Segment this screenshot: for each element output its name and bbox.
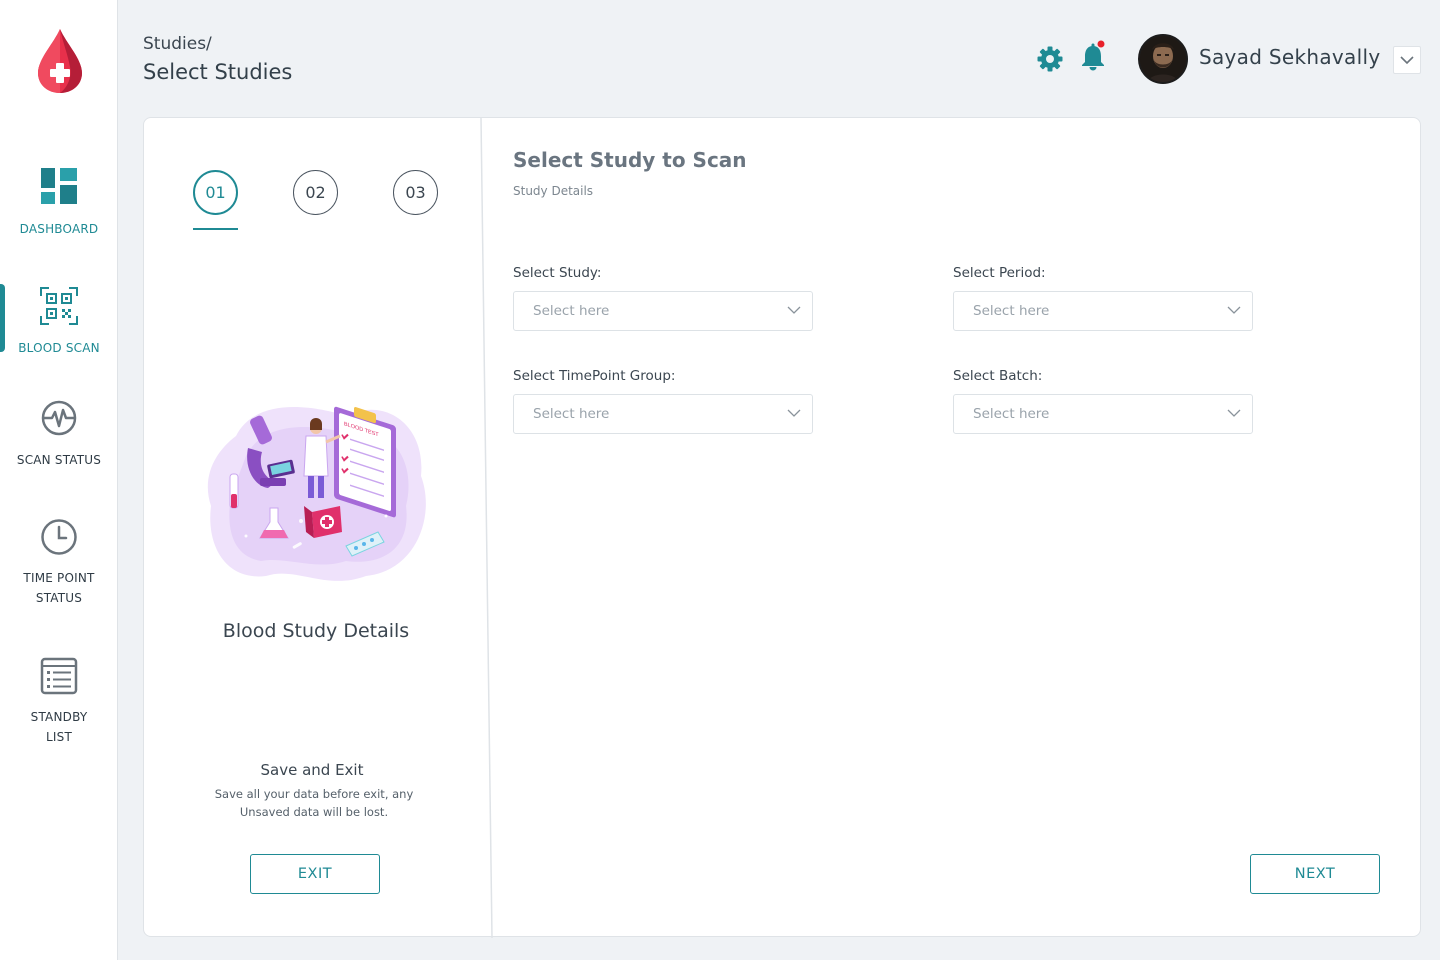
qr-code-icon [40, 287, 78, 325]
sidebar-item-label: STANDBY LIST [30, 710, 88, 744]
select-batch-dropdown[interactable]: Select here [953, 394, 1253, 434]
select-study-label: Select Study: [513, 265, 602, 281]
select-placeholder: Select here [533, 303, 610, 319]
chevron-down-icon [1400, 55, 1414, 64]
sidebar-item-dashboard[interactable]: DASHBOARD [0, 167, 118, 239]
chevron-down-icon [1227, 409, 1241, 417]
save-exit-description: Save all your data before exit, any Unsa… [214, 787, 414, 819]
user-name[interactable]: Sayad Sekhavally [1199, 45, 1380, 69]
pulse-icon [41, 400, 77, 436]
sidebar-item-standby-list[interactable]: STANDBY LIST [0, 657, 118, 747]
sidebar-item-label: SCAN STATUS [16, 453, 102, 467]
select-batch-label: Select Batch: [953, 368, 1043, 384]
user-menu-button[interactable] [1393, 46, 1421, 74]
chevron-down-icon [1227, 306, 1241, 314]
step-underline [193, 228, 238, 230]
select-placeholder: Select here [973, 406, 1050, 422]
form-title: Select Study to Scan [513, 148, 747, 172]
chevron-down-icon [787, 409, 801, 417]
select-study-dropdown[interactable]: Select here [513, 291, 813, 331]
select-placeholder: Select here [973, 303, 1050, 319]
next-button[interactable]: NEXT [1250, 854, 1380, 894]
exit-button[interactable]: EXIT [250, 854, 380, 894]
blood-test-illustration: BLOOD TEST [207, 406, 426, 581]
sidebar-item-label: DASHBOARD [19, 222, 99, 236]
gear-icon[interactable] [1036, 45, 1064, 73]
avatar[interactable] [1138, 34, 1188, 84]
panel-divider [480, 118, 493, 938]
main-card: 01 02 03 BLOOD TEST Blood Study Details … [143, 117, 1421, 938]
study-details-heading: Blood Study Details [222, 620, 410, 642]
form-subtitle: Study Details [513, 184, 594, 198]
select-period-label: Select Period: [953, 265, 1046, 281]
select-timepoint-group-label: Select TimePoint Group: [513, 368, 676, 384]
select-timepoint-group-dropdown[interactable]: Select here [513, 394, 813, 434]
blood-drop-logo-icon[interactable] [36, 27, 84, 95]
bell-icon[interactable] [1080, 40, 1108, 72]
page-title: Select Studies [143, 60, 293, 84]
notification-dot [1097, 40, 1105, 48]
step-01[interactable]: 01 [193, 170, 238, 215]
step-02[interactable]: 02 [293, 170, 338, 215]
sidebar-item-time-point-status[interactable]: TIME POINT STATUS [0, 518, 118, 608]
select-period-dropdown[interactable]: Select here [953, 291, 1253, 331]
save-exit-title: Save and Exit [260, 761, 364, 779]
sidebar: DASHBOARD BLOOD SCAN SCAN STATUS TIME PO… [0, 0, 118, 960]
list-icon [40, 657, 78, 695]
avatar-image [1140, 36, 1186, 82]
breadcrumb[interactable]: Studies/ [143, 34, 212, 54]
sidebar-item-scan-status[interactable]: SCAN STATUS [0, 400, 118, 470]
sidebar-item-blood-scan[interactable]: BLOOD SCAN [0, 287, 118, 358]
dashboard-icon [41, 168, 77, 204]
clock-icon [41, 519, 77, 555]
step-03[interactable]: 03 [393, 170, 438, 215]
chevron-down-icon [787, 306, 801, 314]
select-placeholder: Select here [533, 406, 610, 422]
sidebar-item-label: BLOOD SCAN [18, 341, 100, 355]
sidebar-item-label: TIME POINT STATUS [23, 571, 95, 605]
